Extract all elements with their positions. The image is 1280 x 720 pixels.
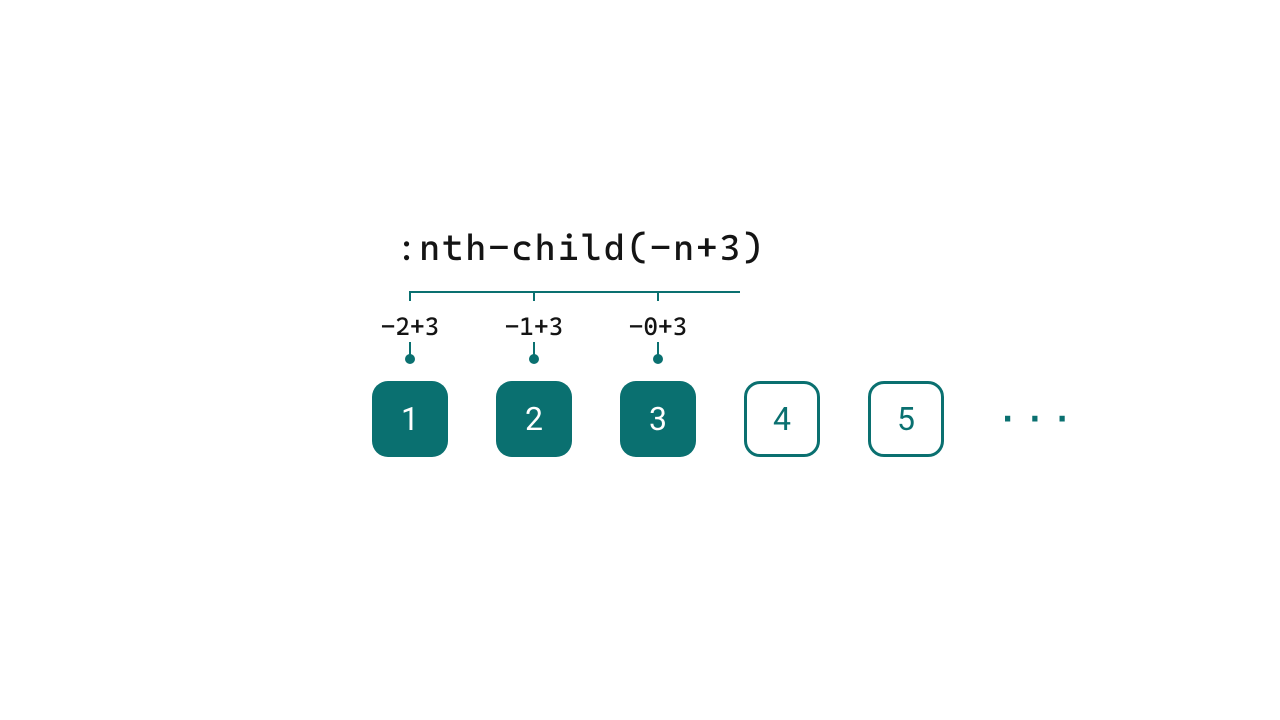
- calc-label-2: -0+3: [629, 312, 688, 341]
- dot-0: [405, 354, 415, 364]
- element-box-3: 3: [620, 381, 696, 457]
- ellipsis: ···: [992, 400, 1080, 438]
- selector-title: :nth-child(-n+3): [396, 228, 766, 269]
- bracket-line: [406, 289, 740, 303]
- element-box-2: 2: [496, 381, 572, 457]
- diagram-stage: :nth-child(-n+3) -2+3 -1+3 -0+3 1 2 3 4 …: [0, 0, 1280, 720]
- element-box-4: 4: [744, 381, 820, 457]
- dot-2: [653, 354, 663, 364]
- calc-label-0: -2+3: [381, 312, 440, 341]
- element-row: 1 2 3 4 5 ···: [372, 381, 1080, 457]
- element-box-5: 5: [868, 381, 944, 457]
- dot-1: [529, 354, 539, 364]
- calc-label-1: -1+3: [505, 312, 564, 341]
- element-box-1: 1: [372, 381, 448, 457]
